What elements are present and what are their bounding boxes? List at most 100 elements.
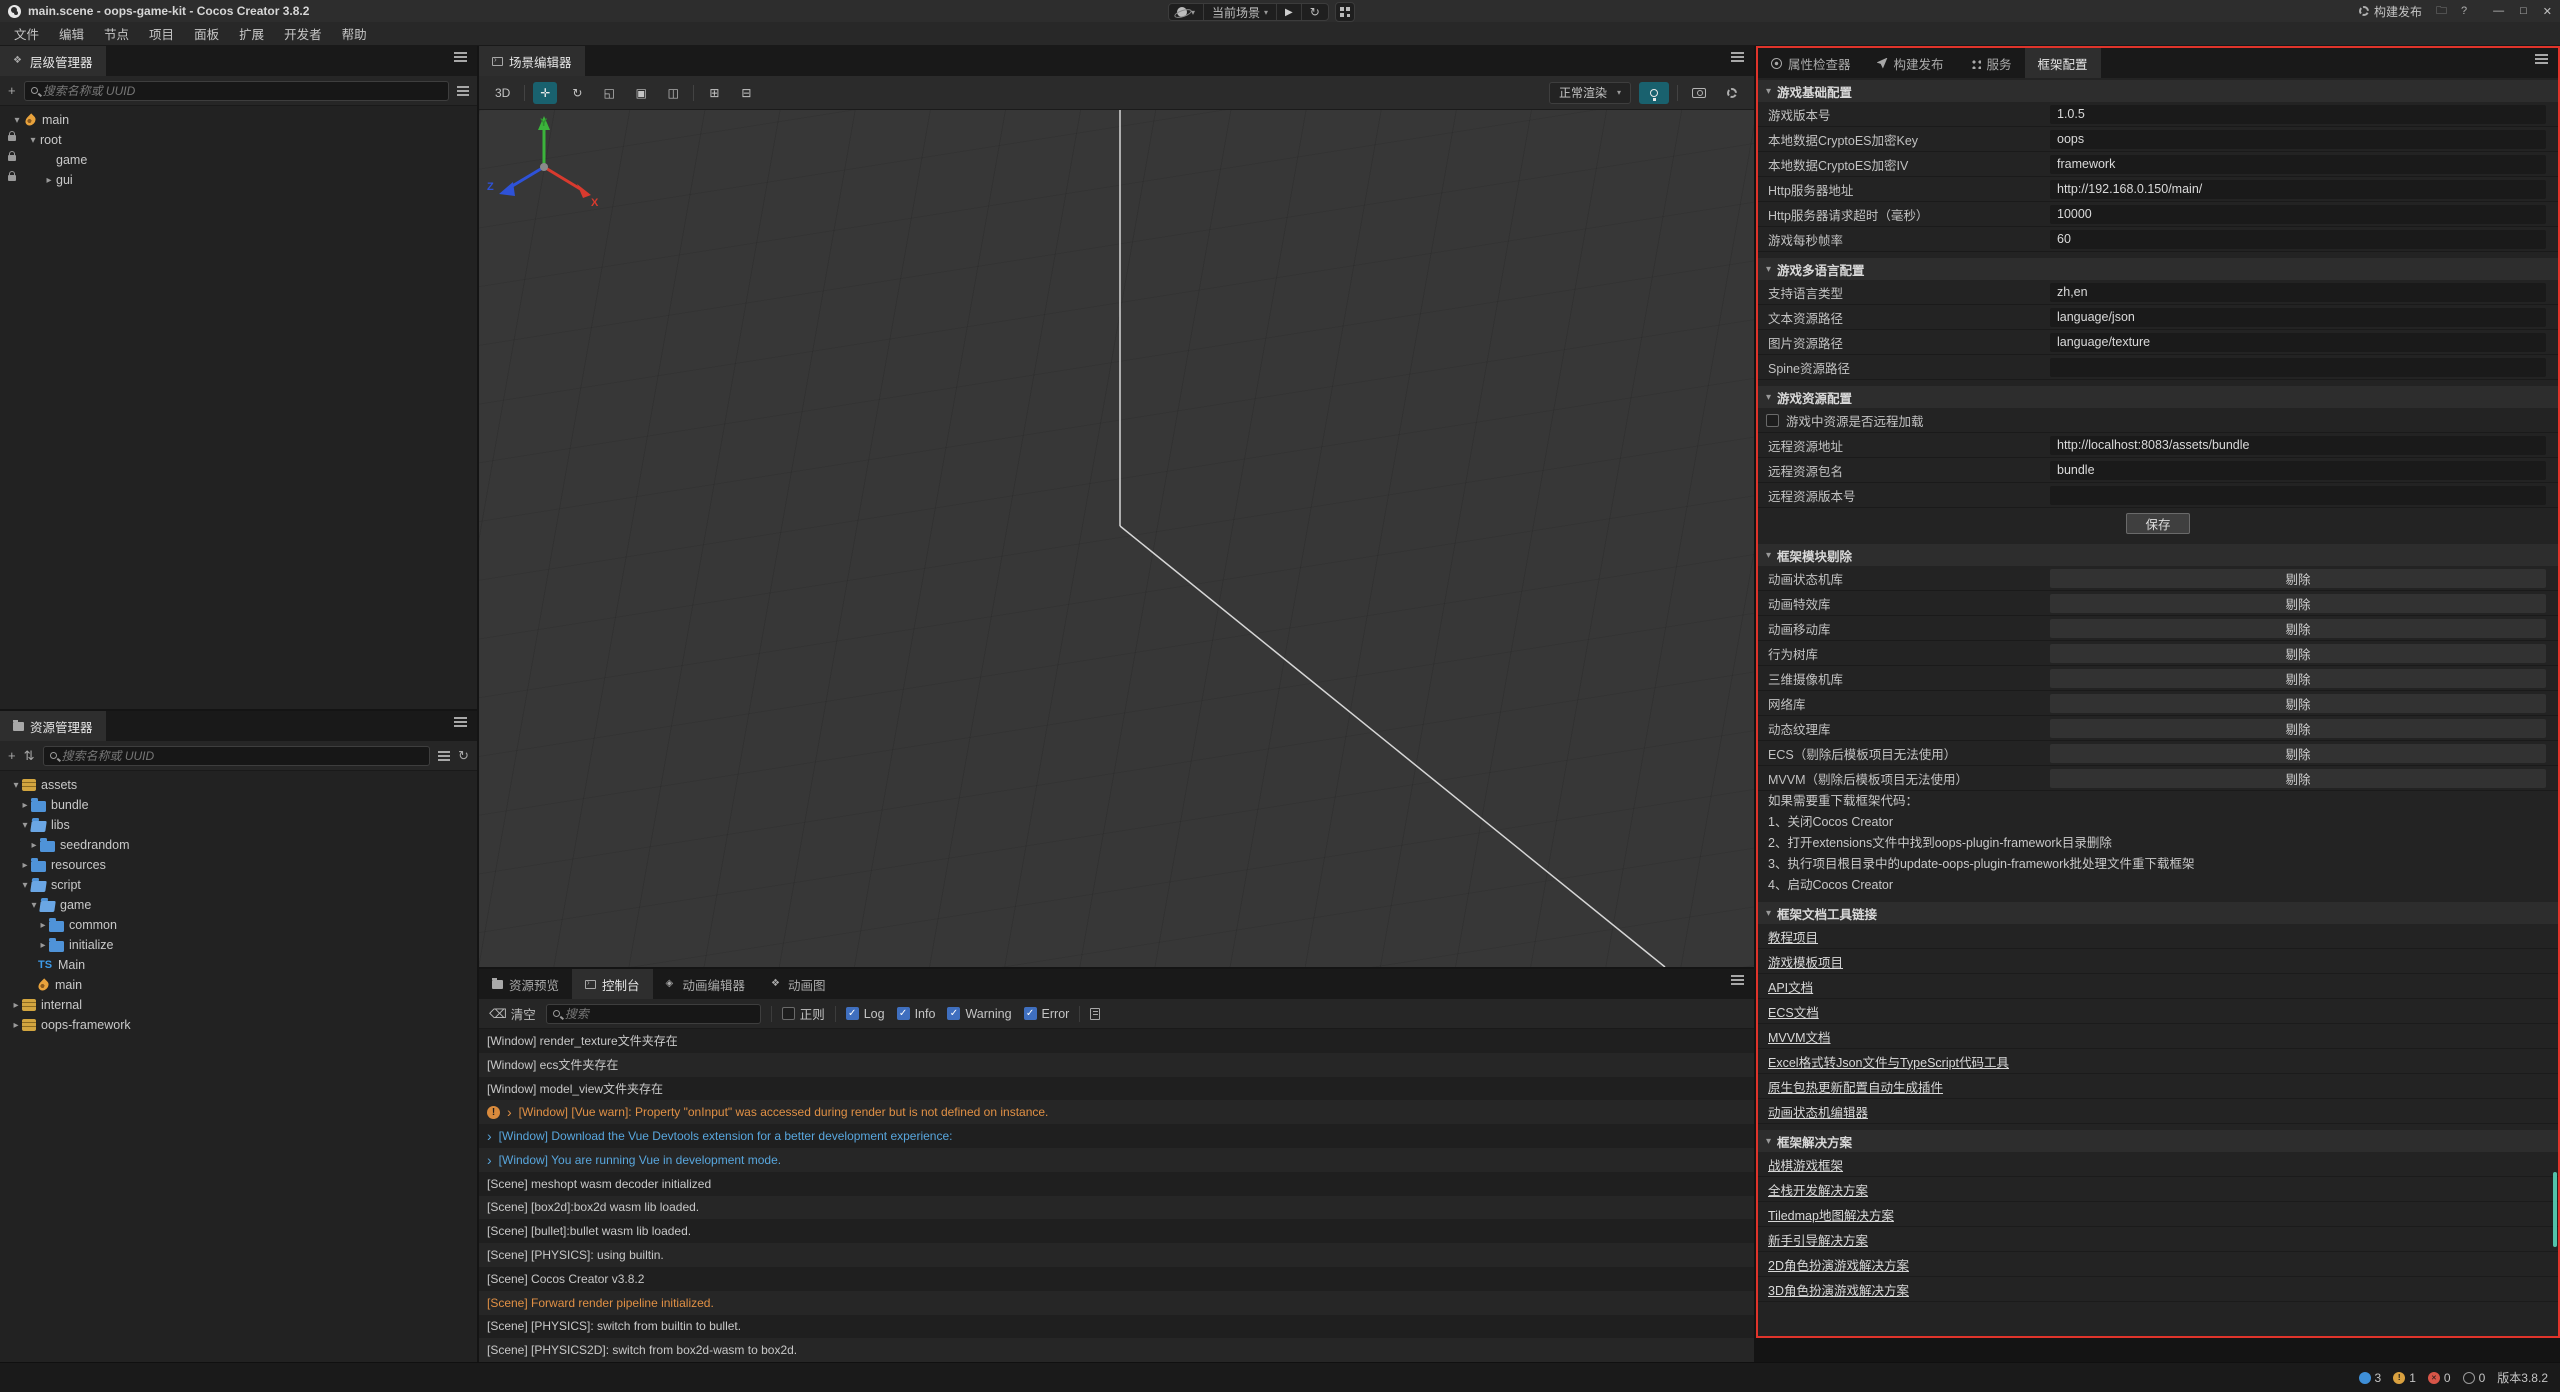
collapse-log-icon[interactable] bbox=[1090, 1008, 1100, 1020]
sort-icon[interactable]: ⇅ bbox=[24, 748, 35, 764]
expand-chevron-icon[interactable]: › bbox=[507, 1107, 512, 1117]
log-row[interactable]: ! › [Scene] meshopt wasm decoder initial… bbox=[479, 1172, 1754, 1196]
field-input[interactable]: 60 bbox=[2050, 230, 2546, 249]
console-tab[interactable]: 控制台 bbox=[572, 969, 653, 999]
menu-item[interactable]: 文件 bbox=[4, 24, 49, 43]
chevron-icon[interactable] bbox=[19, 820, 31, 831]
lock-icon[interactable] bbox=[8, 175, 16, 181]
move-tool-button[interactable]: ✛ bbox=[533, 82, 557, 104]
section-header-trim[interactable]: ▾ 框架模块剔除 bbox=[1758, 544, 2558, 566]
asset-node[interactable]: resources bbox=[0, 855, 477, 875]
doc-link[interactable]: 动画状态机编辑器 bbox=[1768, 1102, 1868, 1121]
save-button[interactable]: 保存 bbox=[2126, 513, 2190, 534]
hierarchy-search-input[interactable] bbox=[43, 84, 442, 98]
log-row[interactable]: ! › [Scene] Forward render pipeline init… bbox=[479, 1291, 1754, 1315]
panel-menu-icon[interactable] bbox=[454, 56, 467, 58]
console-tab[interactable]: 动画图 bbox=[758, 969, 839, 999]
log-row[interactable]: ! › [Window] Download the Vue Devtools e… bbox=[479, 1124, 1754, 1148]
asset-node[interactable]: internal bbox=[0, 995, 477, 1015]
field-input[interactable]: language/json bbox=[2050, 308, 2546, 327]
field-input[interactable]: framework bbox=[2050, 155, 2546, 174]
log-row[interactable]: ! › [Scene] [box2d]:box2d wasm lib loade… bbox=[479, 1196, 1754, 1220]
field-input[interactable]: zh,en bbox=[2050, 283, 2546, 302]
field-input[interactable] bbox=[2050, 358, 2546, 377]
asset-node[interactable]: main bbox=[0, 975, 477, 995]
asset-node[interactable]: initialize bbox=[0, 935, 477, 955]
field-input[interactable]: http://localhost:8083/assets/bundle bbox=[2050, 436, 2546, 455]
refresh-icon[interactable]: ↻ bbox=[458, 748, 469, 764]
log-row[interactable]: ! › [Scene] [PHYSICS2D]: switch from box… bbox=[479, 1338, 1754, 1362]
create-asset-button[interactable]: + bbox=[8, 748, 16, 763]
remove-module-button[interactable]: 剔除 bbox=[2050, 569, 2546, 588]
menu-item[interactable]: 编辑 bbox=[49, 24, 94, 43]
doc-link[interactable]: API文档 bbox=[1768, 977, 1813, 996]
section-header-base[interactable]: ▾ 游戏基础配置 bbox=[1758, 80, 2558, 102]
inspector-tab[interactable]: 框架配置 bbox=[2025, 48, 2101, 78]
menu-item[interactable]: 扩展 bbox=[229, 24, 274, 43]
close-button[interactable]: ✕ bbox=[2543, 5, 2552, 18]
menu-item[interactable]: 帮助 bbox=[332, 24, 377, 43]
asset-node[interactable]: seedrandom bbox=[0, 835, 477, 855]
remove-module-button[interactable]: 剔除 bbox=[2050, 594, 2546, 613]
chevron-icon[interactable] bbox=[10, 780, 22, 791]
play-button[interactable]: ▶ bbox=[1276, 4, 1301, 20]
scrollbar-thumb[interactable] bbox=[2553, 1172, 2557, 1247]
log-filter-checkbox[interactable]: Info bbox=[897, 1007, 936, 1021]
solution-link[interactable]: 3D角色扮演游戏解决方案 bbox=[1768, 1280, 1909, 1299]
doc-link[interactable]: 原生包热更新配置自动生成插件 bbox=[1768, 1077, 1943, 1096]
expand-chevron-icon[interactable]: › bbox=[487, 1155, 492, 1165]
ui-transform-tool-button[interactable]: ◫ bbox=[661, 82, 685, 104]
inspector-tab[interactable]: 构建发布 bbox=[1864, 48, 1957, 78]
field-input[interactable]: oops bbox=[2050, 130, 2546, 149]
render-mode-select[interactable]: 正常渲染 ▾ bbox=[1549, 82, 1631, 104]
axis-gizmo[interactable]: Y X Z bbox=[479, 110, 609, 240]
maximize-button[interactable]: □ bbox=[2520, 5, 2527, 18]
log-row[interactable]: ! › [Window] ecs文件夹存在 bbox=[479, 1053, 1754, 1077]
remote-load-checkbox[interactable] bbox=[1766, 414, 1779, 427]
expand-chevron-icon[interactable]: › bbox=[487, 1131, 492, 1141]
remove-module-button[interactable]: 剔除 bbox=[2050, 744, 2546, 763]
remove-module-button[interactable]: 剔除 bbox=[2050, 769, 2546, 788]
inspector-tab[interactable]: 服务 bbox=[1957, 48, 2025, 78]
log-filter-checkbox[interactable]: Log bbox=[846, 1007, 885, 1021]
minimize-button[interactable]: — bbox=[2493, 5, 2504, 18]
dimension-toggle[interactable]: 3D bbox=[489, 82, 516, 104]
remove-module-button[interactable]: 剔除 bbox=[2050, 644, 2546, 663]
panel-menu-icon[interactable] bbox=[454, 721, 467, 723]
rect-tool-button[interactable]: ▣ bbox=[629, 82, 653, 104]
chevron-icon[interactable] bbox=[19, 880, 31, 891]
chevron-icon[interactable] bbox=[19, 800, 31, 811]
build-publish-button[interactable]: 构建发布 bbox=[2359, 3, 2422, 20]
assets-search-input[interactable] bbox=[62, 749, 424, 763]
status-badge[interactable]: 0 bbox=[2463, 1371, 2486, 1385]
asset-node[interactable]: game bbox=[0, 895, 477, 915]
log-filter-checkbox[interactable]: Error bbox=[1024, 1007, 1070, 1021]
solution-link[interactable]: 全栈开发解决方案 bbox=[1768, 1180, 1868, 1199]
scene-camera-button[interactable] bbox=[1686, 82, 1712, 104]
field-input[interactable] bbox=[2050, 486, 2546, 505]
chevron-icon[interactable] bbox=[37, 920, 49, 931]
log-row[interactable]: ! › [Scene] [PHYSICS]: using builtin. bbox=[479, 1243, 1754, 1267]
preview-qr-button[interactable] bbox=[1335, 2, 1355, 22]
chevron-icon[interactable] bbox=[26, 135, 40, 146]
chevron-icon[interactable] bbox=[10, 115, 24, 126]
scene-viewport[interactable]: Y X Z bbox=[479, 110, 1754, 967]
hierarchy-node[interactable]: gui bbox=[0, 170, 477, 190]
status-badge[interactable]: 3 bbox=[2359, 1371, 2382, 1385]
asset-node[interactable]: bundle bbox=[0, 795, 477, 815]
doc-link[interactable]: 教程项目 bbox=[1768, 927, 1818, 946]
log-row[interactable]: ! › [Scene] [PHYSICS]: switch from built… bbox=[479, 1315, 1754, 1339]
platform-select[interactable]: ▾ bbox=[1169, 4, 1203, 20]
create-node-button[interactable]: + bbox=[8, 83, 16, 98]
chevron-icon[interactable] bbox=[37, 940, 49, 951]
section-header-i18n[interactable]: ▾ 游戏多语言配置 bbox=[1758, 258, 2558, 280]
section-header-docs[interactable]: ▾ 框架文档工具链接 bbox=[1758, 902, 2558, 924]
solution-link[interactable]: 2D角色扮演游戏解决方案 bbox=[1768, 1255, 1909, 1274]
solution-link[interactable]: Tiledmap地图解决方案 bbox=[1768, 1205, 1894, 1224]
chevron-icon[interactable] bbox=[42, 175, 56, 186]
lock-icon[interactable] bbox=[8, 155, 16, 161]
doc-link[interactable]: Excel格式转Json文件与TypeScript代码工具 bbox=[1768, 1052, 2009, 1071]
panel-menu-icon[interactable] bbox=[1731, 979, 1744, 981]
console-tab[interactable]: 动画编辑器 bbox=[653, 969, 759, 999]
log-filter-checkbox[interactable]: Warning bbox=[947, 1007, 1011, 1021]
